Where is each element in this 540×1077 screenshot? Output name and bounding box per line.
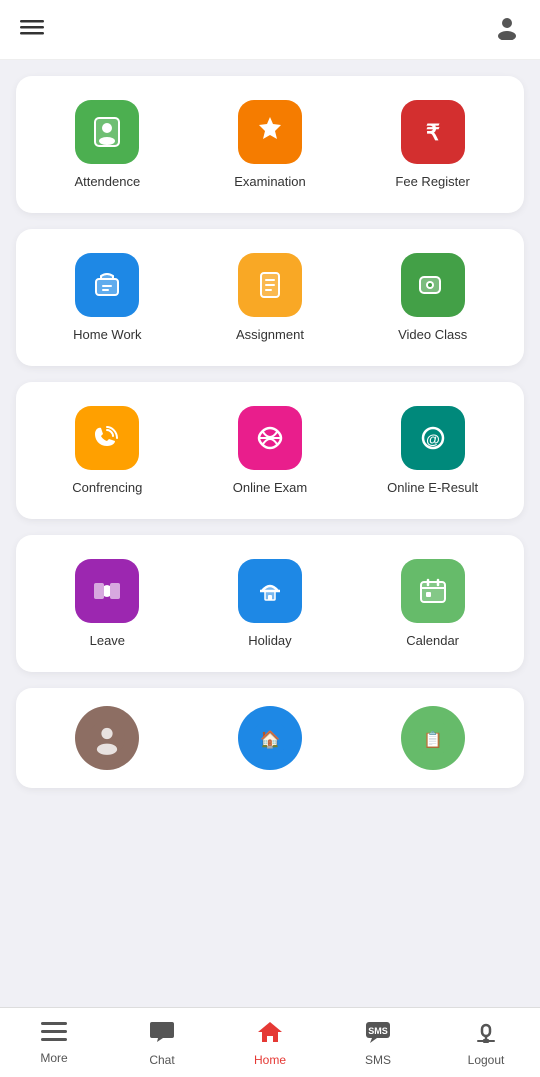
menu-item-conferencing[interactable]: Confrencing [57, 406, 157, 495]
svg-text:SMS: SMS [368, 1026, 388, 1036]
menu-item-attendence[interactable]: Attendence [57, 100, 157, 189]
leave-icon-wrap [75, 559, 139, 623]
card-1: Attendence Examination ₹ Fee Register [16, 76, 524, 213]
leave-label: Leave [90, 633, 125, 648]
svg-text:₹: ₹ [426, 120, 440, 145]
holiday-icon-wrap [238, 559, 302, 623]
svg-text:🏠: 🏠 [259, 730, 280, 749]
chat-icon [149, 1019, 175, 1051]
conferencing-label: Confrencing [72, 480, 142, 495]
fee-register-icon-wrap: ₹ [401, 100, 465, 164]
logout-icon [473, 1019, 499, 1051]
assignment-icon-wrap [238, 253, 302, 317]
svg-text:@: @ [426, 431, 440, 447]
menu-item-calendar[interactable]: Calendar [383, 559, 483, 648]
menu-item-fee-register[interactable]: ₹ Fee Register [383, 100, 483, 189]
main-content: Attendence Examination ₹ Fee Register [0, 60, 540, 868]
calendar-icon-wrap [401, 559, 465, 623]
online-eresult-icon-wrap: @ [401, 406, 465, 470]
holiday-label: Holiday [248, 633, 291, 648]
chat-label: Chat [149, 1053, 174, 1067]
bottom-nav: More Chat Home SMS SMS [0, 1007, 540, 1077]
hamburger-icon[interactable] [20, 15, 44, 45]
nav-item-more[interactable]: More [24, 1021, 84, 1065]
svg-text:📋: 📋 [423, 730, 443, 749]
menu-item-examination[interactable]: Examination [220, 100, 320, 189]
menu-item-homework[interactable]: Home Work [57, 253, 157, 342]
menu-item-partial-1[interactable] [57, 706, 157, 770]
calendar-label: Calendar [406, 633, 459, 648]
menu-item-partial-2[interactable]: 🏠 [220, 706, 320, 770]
video-class-label: Video Class [398, 327, 467, 342]
menu-item-holiday[interactable]: Holiday [220, 559, 320, 648]
nav-item-home[interactable]: Home [240, 1019, 300, 1067]
online-exam-icon-wrap [238, 406, 302, 470]
nav-item-logout[interactable]: Logout [456, 1019, 516, 1067]
examination-label: Examination [234, 174, 306, 189]
attendence-icon-wrap [75, 100, 139, 164]
sms-label: SMS [365, 1053, 391, 1067]
attendence-label: Attendence [74, 174, 140, 189]
online-eresult-label: Online E-Result [387, 480, 478, 495]
homework-label: Home Work [73, 327, 141, 342]
online-exam-label: Online Exam [233, 480, 307, 495]
logout-label: Logout [468, 1053, 505, 1067]
fee-register-label: Fee Register [395, 174, 469, 189]
card-4: Leave Holiday [16, 535, 524, 672]
nav-item-chat[interactable]: Chat [132, 1019, 192, 1067]
home-icon [257, 1019, 283, 1051]
nav-item-sms[interactable]: SMS SMS [348, 1019, 408, 1067]
sms-icon: SMS [364, 1019, 392, 1051]
menu-item-video-class[interactable]: Video Class [383, 253, 483, 342]
examination-icon-wrap [238, 100, 302, 164]
menu-item-leave[interactable]: Leave [57, 559, 157, 648]
more-icon [41, 1021, 67, 1049]
card-2: Home Work Assignment Video [16, 229, 524, 366]
partial-2-icon-wrap: 🏠 [238, 706, 302, 770]
menu-item-partial-3[interactable]: 📋 [383, 706, 483, 770]
card-3: Confrencing Online Exam @ Online E-Resu [16, 382, 524, 519]
homework-icon-wrap [75, 253, 139, 317]
partial-1-icon-wrap [75, 706, 139, 770]
video-class-icon-wrap [401, 253, 465, 317]
card-partial: 🏠 📋 [16, 688, 524, 788]
assignment-label: Assignment [236, 327, 304, 342]
profile-icon[interactable] [494, 14, 520, 46]
home-label: Home [254, 1053, 286, 1067]
top-bar [0, 0, 540, 60]
menu-item-online-exam[interactable]: Online Exam [220, 406, 320, 495]
more-label: More [40, 1051, 67, 1065]
menu-item-assignment[interactable]: Assignment [220, 253, 320, 342]
menu-item-online-eresult[interactable]: @ Online E-Result [383, 406, 483, 495]
conferencing-icon-wrap [75, 406, 139, 470]
partial-3-icon-wrap: 📋 [401, 706, 465, 770]
